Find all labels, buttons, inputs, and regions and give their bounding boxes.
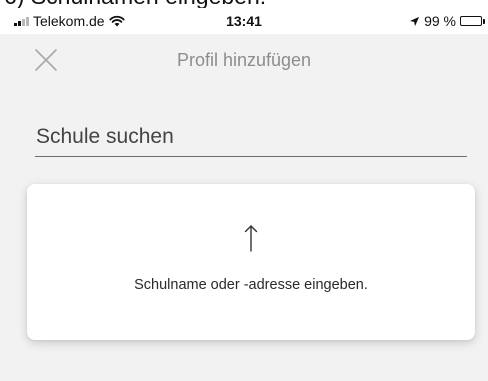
status-right: 99 %: [409, 13, 485, 29]
battery-icon: [460, 16, 485, 26]
navigation-bar: Profil hinzufügen: [0, 34, 488, 86]
app-screen: 6) Schulnamen eingeben: Telekom.de 13:41…: [0, 0, 488, 381]
battery-percentage: 99 %: [424, 13, 456, 29]
school-search-input[interactable]: [35, 122, 468, 152]
instruction-caption: 6) Schulnamen eingeben:: [0, 0, 488, 8]
location-arrow-icon: [409, 16, 420, 26]
search-hint-card: Schulname oder -adresse eingeben.: [27, 184, 475, 340]
arrow-up-icon: [244, 225, 258, 252]
page-title: Profil hinzufügen: [176, 50, 312, 70]
school-search-field[interactable]: [35, 120, 468, 157]
search-hint-text: Schulname oder -adresse eingeben.: [134, 277, 368, 293]
